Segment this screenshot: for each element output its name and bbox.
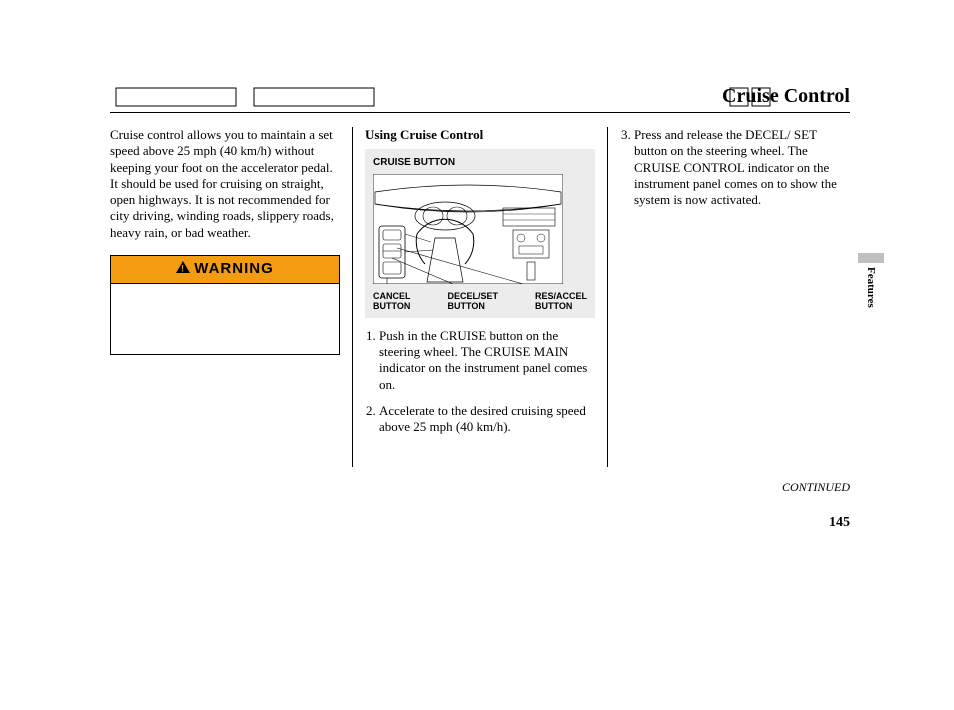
section-heading: Using Cruise Control [365, 127, 595, 143]
step-3: Press and release the DECEL/ SET button … [634, 127, 850, 208]
cruise-diagram: CRUISE BUTTON [365, 149, 595, 318]
column-3: Press and release the DECEL/ SET button … [607, 127, 850, 467]
continued-label: CONTINUED [782, 480, 850, 495]
column-1: Cruise control allows you to maintain a … [110, 127, 352, 467]
diagram-bottom-labels: CANCELBUTTON DECEL/SETBUTTON RES/ACCELBU… [373, 292, 587, 312]
step-1: Push in the CRUISE button on the steerin… [379, 328, 595, 393]
warning-body [111, 284, 339, 354]
intro-paragraph: Cruise control allows you to maintain a … [110, 127, 340, 241]
label-decel-set-button: DECEL/SETBUTTON [447, 292, 498, 312]
side-tab-label: Features [865, 267, 877, 308]
steps-list: Push in the CRUISE button on the steerin… [365, 328, 595, 436]
label-cancel-button: CANCELBUTTON [373, 292, 411, 312]
page: Cruise Control Cruise control allows you… [110, 85, 850, 467]
label-res-accel-button: RES/ACCELBUTTON [535, 292, 587, 312]
warning-label: WARNING [194, 260, 274, 279]
side-tab-bar [858, 253, 884, 263]
columns: Cruise control allows you to maintain a … [110, 127, 850, 467]
step-2: Accelerate to the desired cruising speed… [379, 403, 595, 436]
alert-icon: ! [176, 260, 190, 279]
svg-text:!: ! [181, 263, 185, 273]
diagram-top-label: CRUISE BUTTON [373, 157, 587, 170]
dashboard-illustration [373, 174, 563, 284]
warning-box: ! WARNING [110, 255, 340, 355]
page-number: 145 [829, 515, 850, 531]
side-tab: Features [858, 253, 884, 308]
page-title: Cruise Control [110, 85, 850, 108]
warning-header: ! WARNING [111, 256, 339, 284]
page-header: Cruise Control [110, 85, 850, 113]
steps-list-continued: Press and release the DECEL/ SET button … [620, 127, 850, 208]
column-2: Using Cruise Control CRUISE BUTTON [352, 127, 607, 467]
